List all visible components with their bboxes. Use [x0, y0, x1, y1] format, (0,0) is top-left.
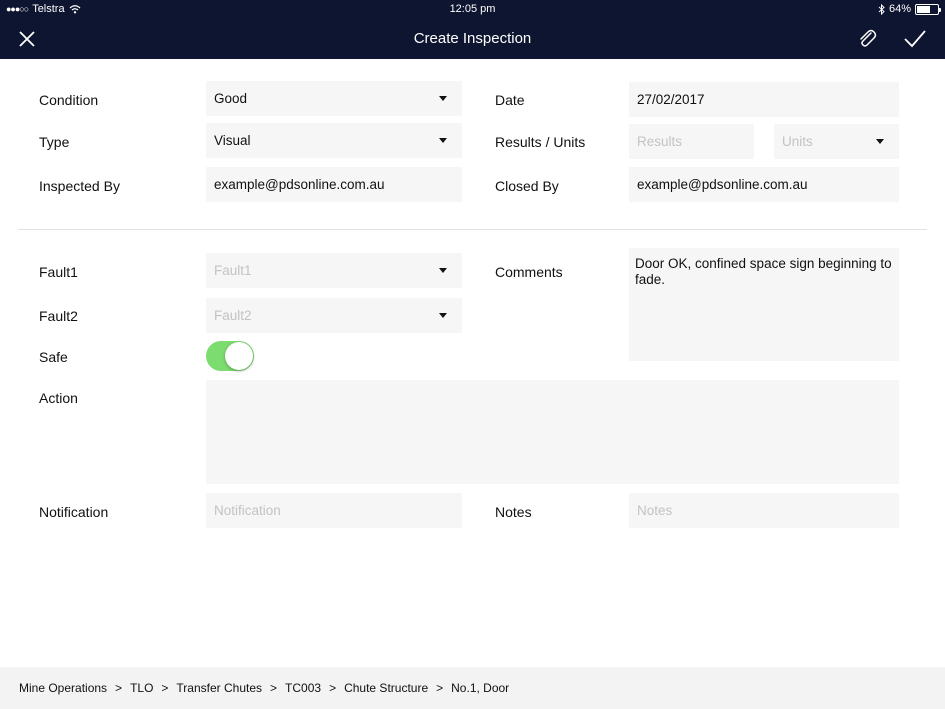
units-select[interactable]: Units [774, 124, 899, 159]
condition-label: Condition [39, 92, 99, 108]
date-label: Date [495, 92, 525, 108]
comments-label: Comments [495, 264, 563, 280]
type-value: Visual [214, 133, 251, 148]
results-input[interactable]: Results [629, 124, 754, 159]
safe-toggle[interactable] [206, 341, 254, 371]
notification-placeholder: Notification [214, 503, 281, 518]
breadcrumb-item[interactable]: Mine Operations [19, 681, 107, 695]
results-placeholder: Results [637, 134, 683, 149]
toggle-knob [225, 342, 253, 370]
fault1-label: Fault1 [39, 264, 78, 280]
date-field[interactable]: 27/02/2017 [629, 82, 899, 117]
status-bar: ●●●○○ Telstra 12:05 pm 64% [0, 0, 945, 20]
notes-placeholder: Notes [637, 503, 673, 518]
notification-label: Notification [39, 504, 109, 520]
status-time: 12:05 pm [449, 3, 496, 15]
breadcrumb-item[interactable]: TC003 [285, 681, 321, 695]
notes-label: Notes [495, 504, 532, 520]
breadcrumb-item[interactable]: TLO [130, 681, 153, 695]
dropdown-caret-icon [439, 268, 447, 273]
inspected-by-field[interactable]: example@pdsonline.com.au [206, 167, 462, 202]
breadcrumb-separator: > [115, 681, 123, 695]
fault1-select[interactable]: Fault1 [206, 253, 462, 288]
comments-textarea[interactable]: Door OK, confined space sign beginning t… [629, 248, 899, 361]
notification-input[interactable]: Notification [206, 493, 462, 528]
battery-percent: 64% [888, 3, 911, 15]
inspected-by-value: example@pdsonline.com.au [214, 177, 385, 192]
breadcrumb-separator: > [329, 681, 337, 695]
closed-by-value: example@pdsonline.com.au [637, 177, 808, 192]
action-textarea[interactable] [206, 380, 899, 484]
fault1-placeholder: Fault1 [214, 263, 252, 278]
breadcrumb: Mine Operations > TLO > Transfer Chutes … [0, 667, 945, 709]
breadcrumb-separator: > [436, 681, 444, 695]
condition-value: Good [214, 91, 248, 106]
page-title: Create Inspection [413, 30, 532, 47]
fault2-placeholder: Fault2 [214, 308, 252, 323]
top-bar: ●●●○○ Telstra 12:05 pm 64% Create Inspec… [0, 0, 945, 59]
section-divider [18, 229, 927, 230]
date-value: 27/02/2017 [637, 92, 705, 107]
inspected-by-label: Inspected By [39, 178, 120, 194]
attach-button[interactable] [854, 27, 880, 51]
checkmark-icon [904, 30, 926, 48]
breadcrumb-separator: > [270, 681, 278, 695]
fault2-select[interactable]: Fault2 [206, 298, 462, 333]
closed-by-field[interactable]: example@pdsonline.com.au [629, 167, 899, 202]
breadcrumb-item-current[interactable]: No.1, Door [451, 681, 509, 695]
comments-value: Door OK, confined space sign beginning t… [635, 256, 892, 287]
confirm-button[interactable] [902, 27, 928, 51]
dropdown-caret-icon [439, 96, 447, 101]
notes-input[interactable]: Notes [629, 493, 899, 528]
breadcrumb-item[interactable]: Chute Structure [344, 681, 428, 695]
action-label: Action [39, 390, 78, 406]
units-placeholder: Units [782, 134, 813, 149]
dropdown-caret-icon [439, 138, 447, 143]
fault2-label: Fault2 [39, 308, 78, 324]
type-select[interactable]: Visual [206, 123, 462, 158]
type-label: Type [39, 134, 70, 150]
paperclip-icon [860, 29, 877, 47]
dropdown-caret-icon [439, 313, 447, 318]
condition-select[interactable]: Good [206, 81, 462, 116]
bluetooth-icon [878, 3, 885, 15]
safe-label: Safe [39, 349, 68, 365]
results-units-label: Results / Units [495, 134, 586, 150]
status-right: 64% [878, 3, 941, 15]
closed-by-label: Closed By [495, 178, 559, 194]
dropdown-caret-icon [876, 139, 884, 144]
battery-icon [915, 3, 941, 15]
breadcrumb-separator: > [161, 681, 169, 695]
breadcrumb-item[interactable]: Transfer Chutes [176, 681, 262, 695]
